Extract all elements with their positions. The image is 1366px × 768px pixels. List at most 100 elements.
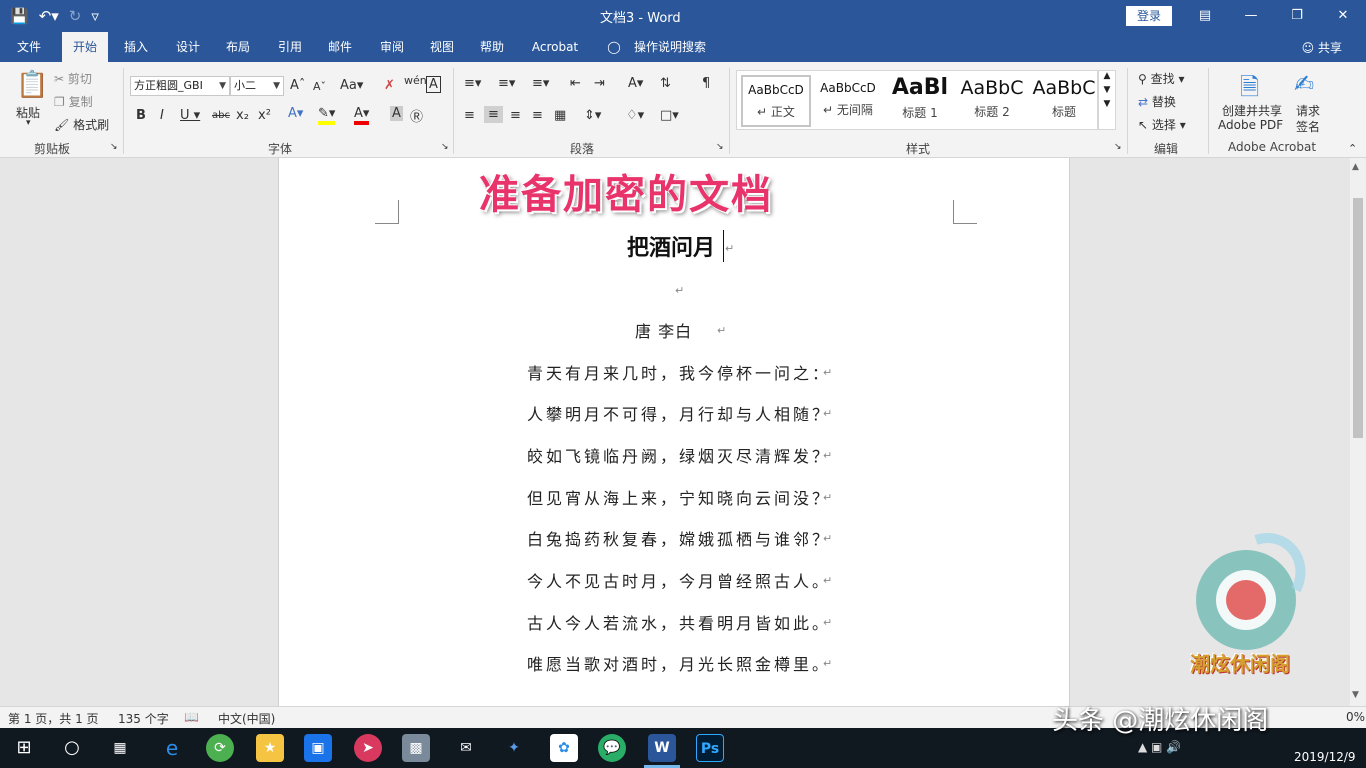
paste-dropdown-icon[interactable]: ▾	[26, 118, 31, 128]
character-shading-icon[interactable]: A	[390, 106, 403, 121]
photoshop-icon[interactable]: Ps	[696, 734, 724, 762]
browser-360-icon[interactable]: ⟳	[206, 734, 234, 762]
sort-icon[interactable]: ⇅	[660, 76, 671, 91]
grow-font-icon[interactable]: Aˆ	[290, 78, 305, 93]
word-count[interactable]: 135 个字	[118, 710, 169, 727]
underline-icon[interactable]: U ▾	[180, 108, 200, 123]
align-right-icon[interactable]: ≡	[510, 108, 521, 123]
proofing-icon[interactable]: 📖	[184, 710, 199, 724]
scrollbar-thumb[interactable]	[1353, 198, 1363, 438]
copy-button[interactable]: ❐ 复制	[54, 93, 93, 110]
zoom-level[interactable]: 0%	[1346, 710, 1365, 724]
text-effects-icon[interactable]: A▾	[288, 106, 303, 121]
tab-file[interactable]: 文件	[6, 32, 52, 62]
chevron-up-icon[interactable]: ▲	[1099, 71, 1115, 81]
task-view-icon[interactable]: ▦	[106, 734, 134, 762]
app-icon[interactable]: ▣	[304, 734, 332, 762]
highlight-icon[interactable]: ✎▾	[318, 106, 336, 125]
word-icon[interactable]: W	[648, 734, 676, 762]
app-icon[interactable]: ✦	[500, 734, 528, 762]
wechat-icon[interactable]: 💬	[598, 734, 626, 762]
show-marks-icon[interactable]: ¶	[702, 76, 710, 91]
sign-label[interactable]: 签名	[1296, 118, 1320, 135]
chevron-down-icon[interactable]: ▼	[1099, 85, 1115, 95]
page[interactable]: 准备加密的文档 把酒问月 ↵ ↵ 唐 李白 ↵ 青天有月来几时，我今停杯一问之：…	[278, 158, 1070, 706]
style-heading-1[interactable]: AaBl 标题 1	[885, 75, 955, 127]
strikethrough-icon[interactable]: abc	[212, 110, 230, 121]
tab-layout[interactable]: 布局	[216, 32, 260, 62]
tab-references[interactable]: 引用	[268, 32, 312, 62]
line-spacing-icon[interactable]: ⇕▾	[584, 108, 601, 123]
enclose-characters-icon[interactable]: Ⓡ	[410, 106, 423, 125]
multilevel-list-icon[interactable]: ≡▾	[532, 76, 549, 91]
align-left-icon[interactable]: ≡	[464, 108, 475, 123]
minimize-icon[interactable]: —	[1228, 0, 1274, 32]
tab-mailings[interactable]: 邮件	[318, 32, 362, 62]
styles-gallery-scroll[interactable]: ▲ ▼ ▼	[1098, 70, 1116, 130]
align-center-icon[interactable]: ≡	[484, 106, 503, 123]
borders-icon[interactable]: □▾	[660, 108, 679, 123]
vertical-scrollbar[interactable]: ▲ ▼	[1350, 158, 1366, 706]
cut-button[interactable]: ✂ 剪切	[54, 70, 92, 87]
app-icon[interactable]: ✿	[550, 734, 578, 762]
paragraph-launcher-icon[interactable]: ↘	[716, 142, 724, 152]
more-styles-icon[interactable]: ▼	[1099, 99, 1115, 109]
windows-start-icon[interactable]: ⊞	[10, 734, 38, 762]
font-color-icon[interactable]: A▾	[354, 106, 370, 125]
style-heading-2[interactable]: AaBbC 标题 2	[957, 75, 1027, 127]
character-border-icon[interactable]: A	[426, 76, 441, 93]
language-indicator[interactable]: 中文(中国)	[218, 710, 275, 727]
save-icon[interactable]: 💾	[10, 4, 29, 28]
scroll-down-icon[interactable]: ▼	[1352, 690, 1359, 700]
font-family-select[interactable]: 方正粗圆_GBI ▼	[130, 76, 230, 96]
request-signature-icon[interactable]: ✍	[1294, 70, 1314, 98]
format-painter-button[interactable]: 🖌 格式刷	[54, 116, 109, 133]
maximize-icon[interactable]: ❐	[1274, 0, 1320, 32]
paste-icon[interactable]: 📋	[16, 70, 48, 100]
select-button[interactable]: ↖ 选择 ▾	[1138, 116, 1186, 133]
style-normal[interactable]: AaBbCcD ↵ 正文	[741, 75, 811, 127]
font-size-select[interactable]: 小二 ▼	[230, 76, 284, 96]
phonetic-guide-icon[interactable]: wén	[404, 74, 427, 87]
tab-home[interactable]: 开始	[62, 32, 108, 62]
tab-design[interactable]: 设计	[166, 32, 210, 62]
shrink-font-icon[interactable]: Aˇ	[313, 80, 326, 93]
style-no-spacing[interactable]: AaBbCcD ↵ 无间隔	[813, 75, 883, 127]
create-share-label[interactable]: 创建并共享	[1222, 102, 1282, 119]
justify-icon[interactable]: ≡	[532, 108, 543, 123]
tab-insert[interactable]: 插入	[114, 32, 158, 62]
bold-icon[interactable]: B	[136, 108, 146, 123]
mail-icon[interactable]: ✉	[452, 734, 480, 762]
distributed-icon[interactable]: ▦	[554, 108, 566, 123]
decrease-indent-icon[interactable]: ⇤	[570, 76, 581, 91]
increase-indent-icon[interactable]: ⇥	[594, 76, 605, 91]
request-label[interactable]: 请求	[1296, 102, 1320, 119]
redo-icon[interactable]: ↻	[69, 4, 82, 28]
tab-review[interactable]: 审阅	[370, 32, 414, 62]
edge-icon[interactable]: e	[158, 734, 186, 762]
tray-icons[interactable]: ▲ ▣ 🔊	[1138, 740, 1181, 754]
chinese-layout-icon[interactable]: A▾	[628, 76, 643, 91]
replace-button[interactable]: ⇄ 替换	[1138, 93, 1176, 110]
superscript-icon[interactable]: x²	[258, 108, 271, 123]
clipboard-launcher-icon[interactable]: ↘	[110, 142, 118, 152]
undo-icon[interactable]: ↶▾	[39, 4, 59, 28]
find-button[interactable]: ⚲ 查找 ▾	[1138, 70, 1184, 87]
app-icon[interactable]: ▩	[402, 734, 430, 762]
tab-view[interactable]: 视图	[420, 32, 464, 62]
login-button[interactable]: 登录	[1126, 6, 1172, 26]
shading-icon[interactable]: ♢▾	[626, 108, 644, 123]
ribbon-display-icon[interactable]: ▤	[1182, 0, 1228, 32]
styles-launcher-icon[interactable]: ↘	[1114, 142, 1122, 152]
bullets-icon[interactable]: ≡▾	[464, 76, 481, 91]
customize-qat-icon[interactable]: ▿	[91, 4, 99, 28]
share-button[interactable]: ☺ 共享	[1302, 39, 1342, 56]
taskbar-date[interactable]: 2019/12/9	[1294, 750, 1356, 764]
clear-formatting-icon[interactable]: ✗	[384, 78, 395, 93]
page-count[interactable]: 第 1 页，共 1 页	[8, 710, 99, 727]
adobe-pdf-label[interactable]: Adobe PDF	[1218, 118, 1283, 132]
close-icon[interactable]: ✕	[1320, 0, 1366, 32]
search-icon[interactable]: ○	[58, 734, 86, 762]
scroll-up-icon[interactable]: ▲	[1352, 162, 1359, 172]
tell-me-search[interactable]: 操作说明搜索	[628, 32, 712, 62]
